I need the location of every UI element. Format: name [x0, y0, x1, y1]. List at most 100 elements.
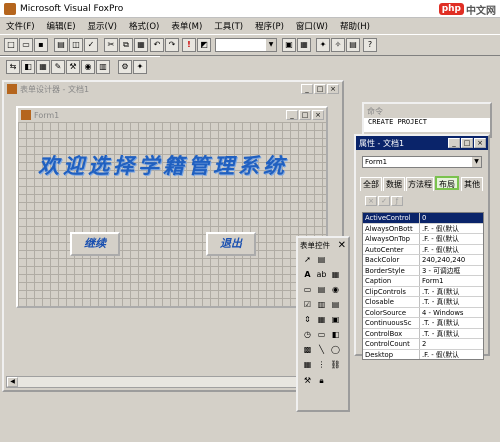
image-tool-icon[interactable]: ▣	[330, 315, 341, 326]
welcome-heading[interactable]: 欢迎选择学籍管理系统	[38, 150, 288, 180]
toolbox-close-icon[interactable]: ✕	[338, 240, 348, 251]
property-row[interactable]: ControlCount 2	[363, 339, 483, 350]
menu-form[interactable]: 表单(M)	[171, 20, 202, 32]
menu-help[interactable]: 帮助(H)	[340, 20, 370, 32]
form1-maximize-button[interactable]: □	[299, 110, 311, 120]
property-value[interactable]: .T. - 真(默认	[420, 297, 483, 307]
spinner-tool-icon[interactable]: ⇕	[302, 315, 313, 326]
property-value[interactable]: .T. - 真(默认	[420, 287, 483, 297]
property-value[interactable]: 2	[420, 339, 483, 349]
paste-icon[interactable]: ▦	[134, 38, 148, 52]
auto-format-icon[interactable]: ✦	[133, 60, 147, 74]
color-palette-icon[interactable]: ◉	[81, 60, 95, 74]
container-tool-icon[interactable]: ▦	[302, 360, 313, 371]
label-tool-icon[interactable]: A	[302, 270, 313, 281]
maximize-button[interactable]: □	[314, 84, 326, 94]
form-controls-toolbar-icon[interactable]: ⚒	[66, 60, 80, 74]
property-row[interactable]: ActiveControl 0	[363, 213, 483, 224]
object-selector[interactable]: Form1 ▼	[362, 156, 482, 168]
property-value[interactable]: .F. - 假(默认	[420, 224, 483, 234]
object-dropdown-icon[interactable]: ▼	[472, 157, 481, 167]
form-builder-icon[interactable]: ⚙	[118, 60, 132, 74]
properties-minimize-button[interactable]: _	[448, 138, 460, 148]
property-value[interactable]: 0	[420, 213, 483, 223]
property-value[interactable]: .F. - 假(默认	[420, 350, 483, 360]
menu-tools[interactable]: 工具(T)	[214, 20, 243, 32]
ole-control-tool-icon[interactable]: ◧	[330, 330, 341, 341]
menu-edit[interactable]: 编辑(E)	[47, 20, 76, 32]
auto-form-icon[interactable]: ✧	[331, 38, 345, 52]
run-icon[interactable]: !	[182, 38, 196, 52]
menu-program[interactable]: 程序(P)	[255, 20, 284, 32]
property-value[interactable]: .F. - 假(默认	[420, 234, 483, 244]
new-file-icon[interactable]: □	[4, 38, 18, 52]
option-group-tool-icon[interactable]: ◉	[330, 285, 341, 296]
button-lock-icon[interactable]: ⚒	[302, 376, 313, 387]
property-row[interactable]: AlwaysOnBott .F. - 假(默认	[363, 223, 483, 234]
scroll-left-icon[interactable]: ◀	[7, 377, 18, 387]
auto-report-icon[interactable]: ▤	[346, 38, 360, 52]
property-value[interactable]: .T. - 真(默认	[420, 318, 483, 328]
data-environment-icon[interactable]: ◧	[21, 60, 35, 74]
menu-view[interactable]: 显示(V)	[88, 20, 117, 32]
property-row[interactable]: AutoCenter .F. - 假(默认	[363, 244, 483, 255]
form1-window[interactable]: Form1 _ □ × 欢迎选择学籍管理系统 继续 退出	[16, 106, 328, 308]
command-window-icon[interactable]: ▣	[282, 38, 296, 52]
ole-bound-tool-icon[interactable]: ▩	[302, 345, 313, 356]
undo-icon[interactable]: ↶	[150, 38, 164, 52]
form-wizard-icon[interactable]: ✦	[316, 38, 330, 52]
select-pointer-icon[interactable]: ➚	[302, 255, 313, 266]
grid-tool-icon[interactable]: ▦	[316, 315, 327, 326]
property-row[interactable]: ControlBox .T. - 真(默认	[363, 328, 483, 339]
print-preview-icon[interactable]: ◫	[69, 38, 83, 52]
tab-layout[interactable]: 布局	[435, 176, 459, 190]
property-value[interactable]: .T. - 真(默认	[420, 329, 483, 339]
horizontal-scrollbar[interactable]: ◀	[6, 376, 306, 388]
line-tool-icon[interactable]: ╲	[316, 345, 327, 356]
properties-close-button[interactable]: ×	[474, 138, 486, 148]
save-icon[interactable]: ▪	[34, 38, 48, 52]
spelling-icon[interactable]: ✓	[84, 38, 98, 52]
listbox-tool-icon[interactable]: ▤	[330, 300, 341, 311]
command-input[interactable]: CREATE PROJECT	[364, 118, 490, 132]
shape-tool-icon[interactable]: ◯	[330, 345, 341, 356]
property-value[interactable]: 4 - Windows	[420, 308, 483, 318]
property-row[interactable]: BorderStyle 3 - 可调边框	[363, 265, 483, 276]
property-row[interactable]: ContinuousSc .T. - 真(默认	[363, 318, 483, 329]
builder-lock-icon[interactable]: ▤	[316, 255, 327, 266]
function-icon[interactable]: ƒ	[391, 196, 403, 206]
editbox-tool-icon[interactable]: ▦	[330, 270, 341, 281]
chevron-down-icon[interactable]: ▼	[266, 39, 276, 51]
modify-form-icon[interactable]: ◩	[197, 38, 211, 52]
accept-edit-icon[interactable]: ✓	[378, 196, 390, 206]
print-icon[interactable]: ▤	[54, 38, 68, 52]
property-row[interactable]: Desktop .F. - 假(默认	[363, 349, 483, 360]
checkbox-tool-icon[interactable]: ☑	[302, 300, 313, 311]
combobox-tool-icon[interactable]: ▥	[316, 300, 327, 311]
code-window-icon[interactable]: ✎	[51, 60, 65, 74]
continue-button[interactable]: 继续	[70, 232, 120, 256]
set-tab-order-icon[interactable]: ⇆	[6, 60, 20, 74]
form1-close-button[interactable]: ×	[312, 110, 324, 120]
property-value[interactable]: Form1	[420, 276, 483, 286]
open-folder-icon[interactable]: ▭	[19, 38, 33, 52]
property-value[interactable]: 240,240,240	[420, 255, 483, 265]
separator-tool-icon[interactable]: ⋮	[316, 360, 327, 371]
property-row[interactable]: Caption Form1	[363, 276, 483, 287]
menu-window[interactable]: 窗口(W)	[296, 20, 328, 32]
menu-file[interactable]: 文件(F)	[6, 20, 35, 32]
property-row[interactable]: AlwaysOnTop .F. - 假(默认	[363, 234, 483, 245]
tab-methods[interactable]: 方法程	[406, 177, 434, 191]
copy-icon[interactable]: ⧉	[119, 38, 133, 52]
pageframe-tool-icon[interactable]: ▭	[316, 330, 327, 341]
data-session-icon[interactable]: ▦	[297, 38, 311, 52]
textbox-tool-icon[interactable]: ab	[316, 270, 327, 281]
properties-window-icon[interactable]: ▦	[36, 60, 50, 74]
database-combo[interactable]: ▼	[215, 38, 277, 52]
hyperlink-tool-icon[interactable]: ⛓	[330, 360, 341, 371]
property-row[interactable]: ColorSource 4 - Windows	[363, 307, 483, 318]
redo-icon[interactable]: ↷	[165, 38, 179, 52]
property-row[interactable]: ClipControls .T. - 真(默认	[363, 286, 483, 297]
property-value[interactable]: 3 - 可调边框	[420, 266, 483, 276]
properties-maximize-button[interactable]: □	[461, 138, 473, 148]
